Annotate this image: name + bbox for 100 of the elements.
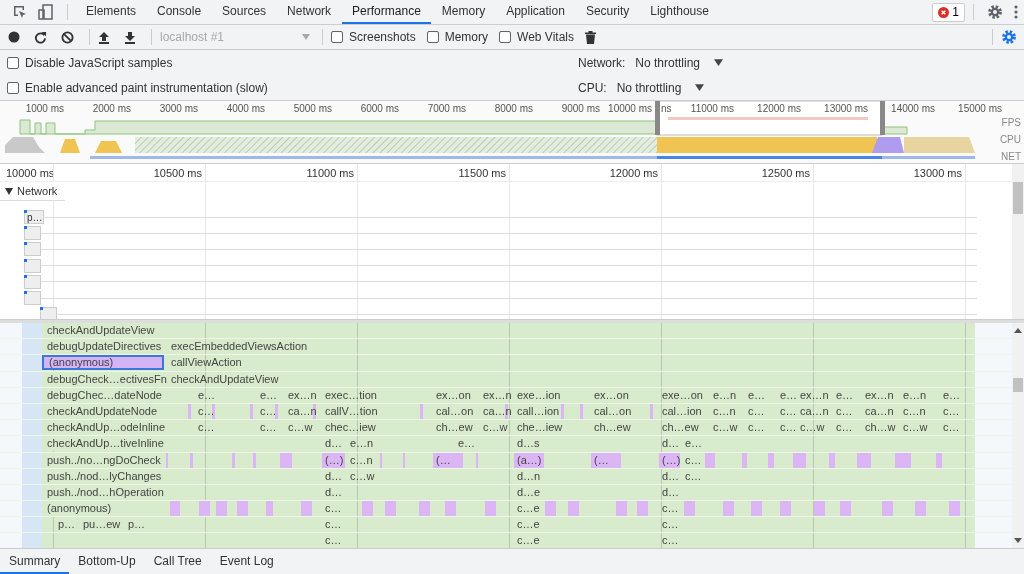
scroll-down-icon[interactable]	[1014, 538, 1022, 543]
flame-entry[interactable]: d…n	[514, 468, 574, 484]
flame-entry[interactable]: che…iew	[514, 420, 574, 436]
request-bar[interactable]	[24, 242, 41, 257]
flame-entry[interactable]: call…ion	[514, 403, 574, 419]
flame-entry[interactable]: c…	[777, 420, 795, 436]
panel-tab[interactable]: Memory	[431, 0, 496, 24]
flame-entry[interactable]: ch…w	[862, 420, 898, 436]
flame-entry[interactable]: e…n	[900, 387, 938, 403]
flame-entry[interactable]: ch…ew	[591, 420, 651, 436]
panel-tab[interactable]: Elements	[76, 0, 147, 24]
flame-entry[interactable]: exe…ion	[514, 387, 574, 403]
caret-icon[interactable]	[695, 84, 705, 91]
flame-entry[interactable]: c…	[322, 517, 382, 533]
flame-entry[interactable]: c…	[659, 533, 719, 548]
panel-tab[interactable]: Sources	[212, 0, 277, 24]
flame-entry[interactable]: d…e	[514, 484, 574, 500]
flame-entry[interactable]: c…	[777, 403, 795, 419]
flame-entry[interactable]: c…e	[514, 533, 574, 548]
trash-icon[interactable]	[584, 30, 596, 44]
flame-entry[interactable]: d…	[659, 436, 680, 452]
flame-entry[interactable]: cal…ion	[659, 403, 708, 419]
flame-entry[interactable]: callV…tion	[322, 403, 382, 419]
flame-entry[interactable]: c…	[940, 403, 973, 419]
detail-tab[interactable]: Summary	[0, 549, 70, 574]
inspect-icon[interactable]	[12, 4, 28, 20]
panel-tab[interactable]: Application	[496, 0, 575, 24]
flame-entry[interactable]: c…e	[514, 517, 574, 533]
flame-entry[interactable]: d…	[322, 484, 382, 500]
flame-entry[interactable]: e…	[257, 387, 283, 403]
panel-tab[interactable]: Security	[575, 0, 640, 24]
panel-tab[interactable]: Console	[147, 0, 212, 24]
flame-entry[interactable]: d…	[659, 468, 680, 484]
device-icon[interactable]	[38, 4, 54, 20]
flame-entry[interactable]: c…w	[480, 420, 512, 436]
flame-entry[interactable]: c…w	[347, 468, 407, 484]
flame-entry[interactable]: c…	[257, 403, 283, 419]
flame-entry[interactable]: chec…iew	[322, 420, 382, 436]
detail-tab[interactable]: Bottom-Up	[69, 549, 145, 574]
request-bar[interactable]: p…	[24, 210, 44, 225]
flame-entry[interactable]: e…	[940, 387, 973, 403]
expand-arrow-icon[interactable]	[5, 187, 13, 195]
flame-entry[interactable]: c…	[682, 468, 742, 484]
flame-entry[interactable]: c…	[833, 420, 860, 436]
flame-entry[interactable]: d…s	[514, 436, 574, 452]
flame-entry[interactable]: c…e	[514, 501, 574, 517]
flame-entry[interactable]: p…	[55, 517, 78, 533]
flame-entry[interactable]: c…	[195, 420, 255, 436]
panel-tab[interactable]: Network	[277, 0, 342, 24]
more-icon[interactable]	[1013, 4, 1019, 20]
flame-entry[interactable]: e…	[745, 387, 775, 403]
request-bar[interactable]	[24, 274, 41, 289]
flame-entry[interactable]: c…	[322, 533, 382, 548]
flame-entry[interactable]: pu…ew	[80, 517, 123, 533]
detail-tab[interactable]: Event Log	[210, 549, 283, 574]
splitter-handle[interactable]	[0, 319, 1024, 323]
network-track-header[interactable]: Network	[0, 182, 65, 201]
request-bar[interactable]	[40, 307, 57, 319]
flame-entry[interactable]: c…w	[797, 420, 831, 436]
scrollbar[interactable]	[1012, 323, 1024, 548]
throttling-select[interactable]: No throttling	[616, 80, 705, 95]
flame-entry[interactable]: d…	[659, 484, 719, 500]
flame-entry[interactable]: cal…on	[591, 403, 651, 419]
flame-entry[interactable]: cal…on	[433, 403, 478, 419]
flame-entry[interactable]: c…	[257, 420, 283, 436]
flame-entry[interactable]: c…	[682, 452, 742, 468]
flame-entry[interactable]: c…	[659, 501, 719, 517]
flame-entry[interactable]: c…	[322, 501, 382, 517]
option-checkbox[interactable]: Enable advanced paint instrumentation (slow)	[7, 80, 567, 95]
option-checkbox[interactable]: Web Vitals	[499, 30, 574, 44]
download-icon[interactable]	[124, 30, 136, 44]
selection-window[interactable]	[655, 101, 885, 136]
option-checkbox[interactable]: Screenshots	[331, 30, 416, 44]
scrollbar-thumb[interactable]	[1013, 182, 1023, 214]
flame-entry[interactable]: c…	[833, 403, 860, 419]
settings-icon[interactable]	[1001, 29, 1017, 45]
flame-entry[interactable]: e…	[833, 387, 860, 403]
flame-entry[interactable]: p…	[125, 517, 185, 533]
flame-entry[interactable]: e…	[455, 436, 512, 452]
option-checkbox[interactable]: Disable JavaScript samples	[7, 55, 567, 70]
reload-icon[interactable]	[34, 30, 47, 44]
flame-entry[interactable]: e…	[195, 387, 255, 403]
flame-entry[interactable]: ex…n	[480, 387, 512, 403]
flame-entry[interactable]: ca…n	[797, 403, 831, 419]
flame-entry[interactable]: callViewAction	[168, 355, 973, 371]
flame-entry[interactable]: checkAndUpdateView	[168, 371, 973, 387]
error-count-badge[interactable]: 1	[932, 2, 965, 22]
request-bar[interactable]	[24, 291, 41, 306]
flame-entry[interactable]: ca…n	[480, 403, 512, 419]
flame-entry[interactable]: c…w	[900, 420, 938, 436]
scroll-up-icon[interactable]	[1014, 328, 1022, 333]
request-bar[interactable]	[24, 258, 41, 273]
option-checkbox[interactable]: Memory	[426, 30, 489, 44]
throttling-select[interactable]: No throttling	[635, 55, 724, 70]
flame-entry[interactable]: ca…n	[862, 403, 898, 419]
flame-entry[interactable]: ex…on	[433, 387, 478, 403]
flame-entry[interactable]: exec…tion	[322, 387, 382, 403]
panel-tab[interactable]: Lighthouse	[640, 0, 719, 24]
flame-entry[interactable]: c…	[745, 420, 775, 436]
flame-entry[interactable]: e…	[777, 387, 795, 403]
